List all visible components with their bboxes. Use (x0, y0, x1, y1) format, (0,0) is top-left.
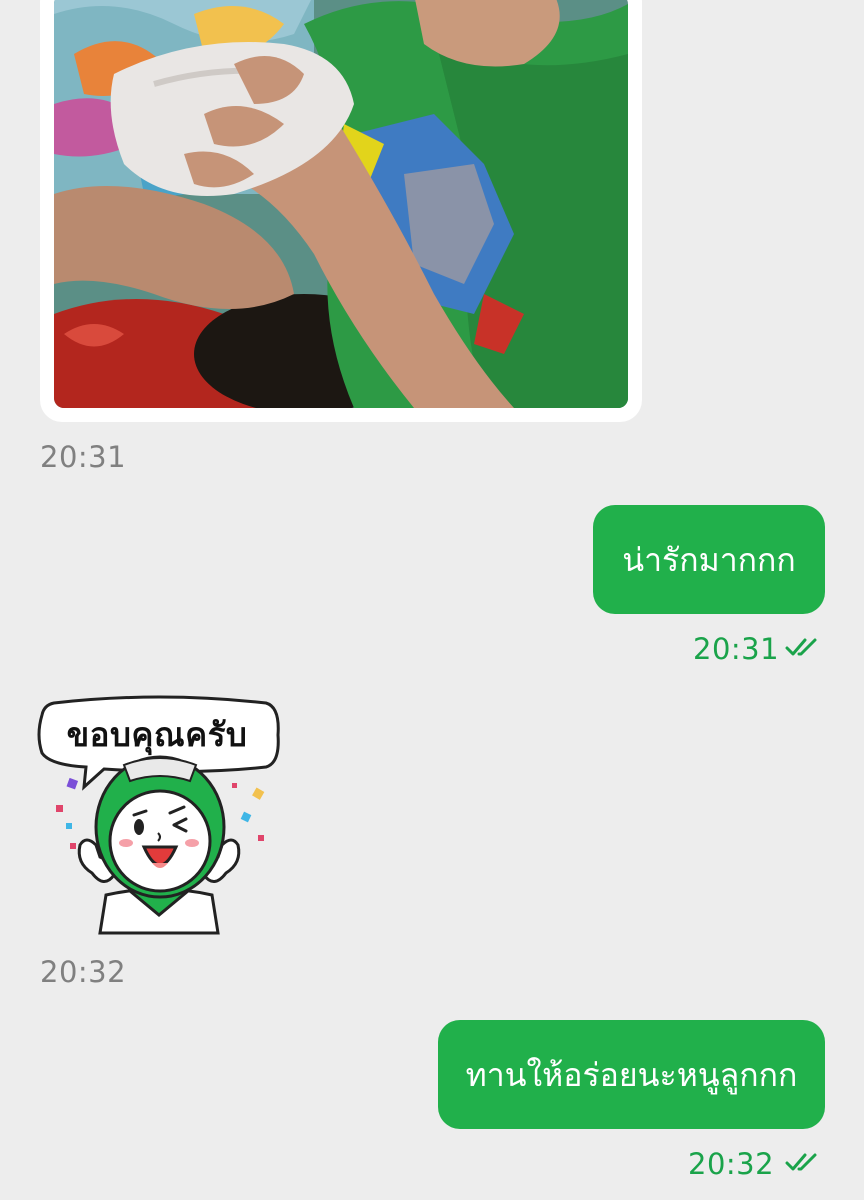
double-check-icon (785, 1153, 817, 1171)
message-time: 20:32 (688, 1147, 775, 1181)
double-check-icon (785, 638, 817, 656)
outgoing-message-bubble[interactable]: น่ารักมากกก (593, 505, 825, 614)
message-text: ทานให้อร่อยนะหนูลูกกก (465, 1055, 798, 1094)
message-text: น่ารักมากกก (622, 540, 796, 579)
message-time: 20:31 (40, 440, 127, 474)
chat-area[interactable]: 20:31 น่ารักมากกก 20:31 ขอบคุณครับ 20:32… (0, 0, 864, 1200)
image-message-bubble[interactable] (40, 0, 642, 422)
shared-photo[interactable] (54, 0, 628, 408)
message-time: 20:31 (693, 632, 780, 666)
outgoing-message-bubble[interactable]: ทานให้อร่อยนะหนูลูกกก (438, 1020, 825, 1129)
sticker-message[interactable]: ขอบคุณครับ (34, 695, 284, 940)
sticker-text: ขอบคุณครับ (66, 714, 248, 754)
message-time: 20:32 (40, 955, 127, 989)
